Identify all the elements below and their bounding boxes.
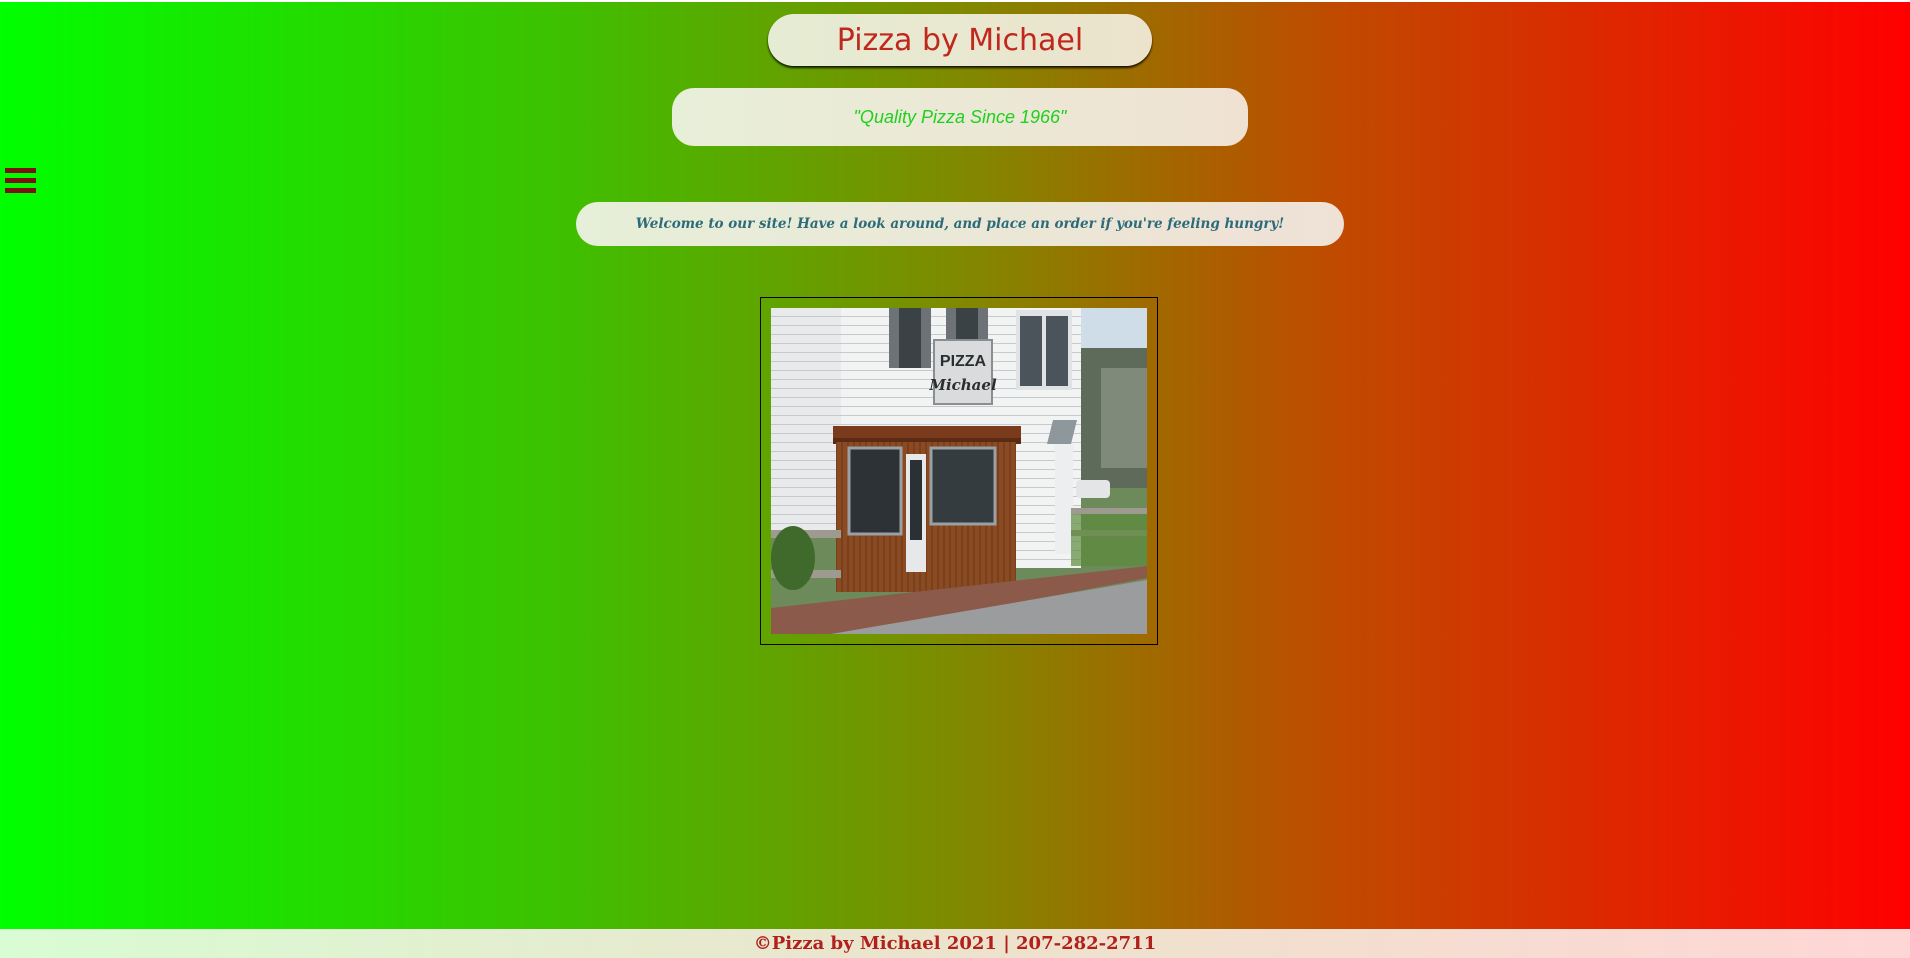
footer-text: ©Pizza by Michael 2021 | 207-282-2711: [753, 933, 1157, 954]
site-title: Pizza by Michael: [768, 14, 1152, 66]
welcome-text: Welcome to our site! Have a look around,…: [635, 216, 1285, 232]
tagline-banner: "Quality Pizza Since 1966": [672, 88, 1248, 146]
storefront-photo-frame: PIZZA Michael: [760, 297, 1158, 645]
storefront-sign-text-2: Michael: [928, 376, 997, 394]
footer: ©Pizza by Michael 2021 | 207-282-2711: [0, 929, 1910, 958]
tagline-text: "Quality Pizza Since 1966": [853, 106, 1067, 127]
storefront-sign-text-1: PIZZA: [940, 353, 987, 370]
page: Pizza by Michael "Quality Pizza Since 19…: [0, 0, 1910, 958]
site-title-text: Pizza by Michael: [836, 22, 1084, 58]
hamburger-menu-icon[interactable]: [5, 168, 36, 193]
welcome-banner: Welcome to our site! Have a look around,…: [576, 202, 1344, 246]
storefront-photo: PIZZA Michael: [771, 308, 1147, 634]
